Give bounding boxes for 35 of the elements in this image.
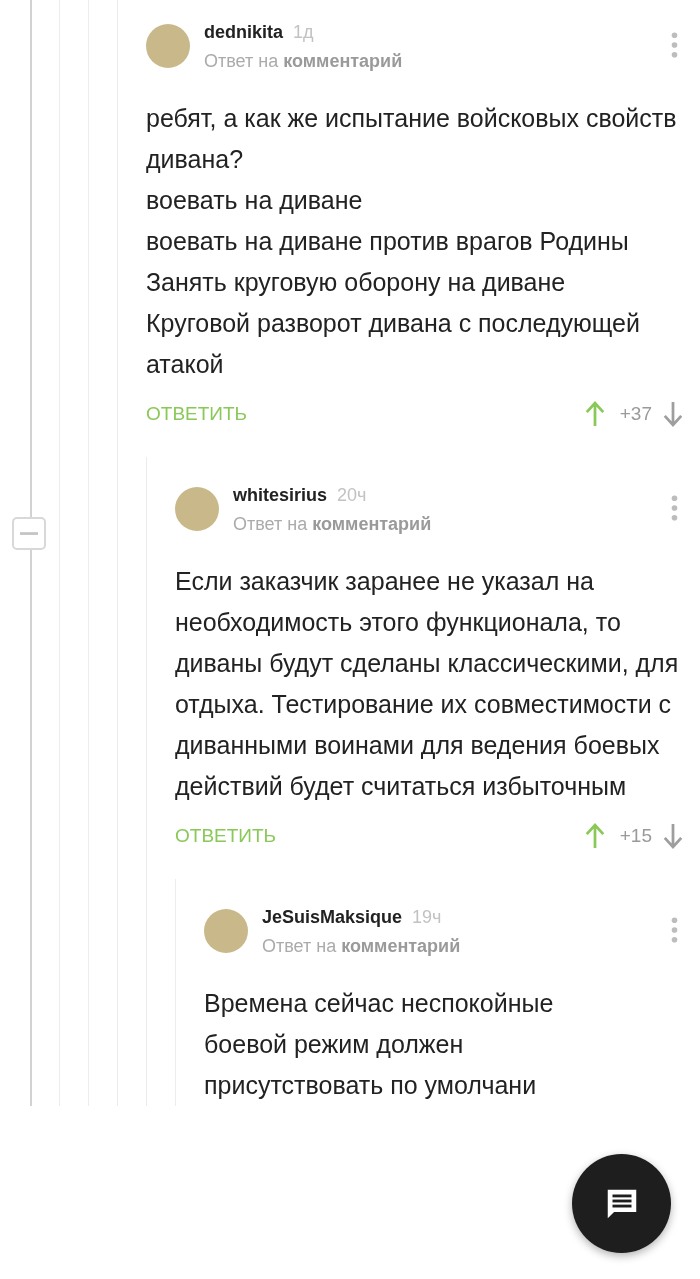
comment-button[interactable] bbox=[572, 1154, 671, 1253]
rating-score: +37 bbox=[619, 403, 652, 425]
more-options-icon[interactable] bbox=[671, 917, 678, 943]
downvote-icon[interactable] bbox=[662, 399, 684, 429]
comment-text: Занять круговую оборону на диване bbox=[146, 267, 567, 298]
minus-icon bbox=[20, 531, 38, 536]
avatar-placeholder[interactable] bbox=[204, 909, 248, 953]
reply-to-info[interactable]: Ответ на комментарий bbox=[262, 936, 657, 957]
comment-text: ребят, а как же испытание войсковых свойств дивана? bbox=[146, 103, 678, 175]
comment-text: воевать на диване bbox=[146, 185, 364, 216]
username[interactable]: JeSuisMaksique bbox=[262, 907, 403, 928]
reply-button[interactable]: ОТВЕТИТЬ bbox=[175, 825, 277, 847]
reply-to-info[interactable]: Ответ на комментарий bbox=[204, 51, 657, 72]
downvote-icon[interactable] bbox=[662, 821, 684, 851]
comment-text: Времена сейчас неспокойные bbox=[204, 988, 555, 1019]
comment-text: воевать на диване против врагов Родины bbox=[146, 226, 630, 257]
more-options-icon[interactable] bbox=[671, 495, 678, 521]
more-options-icon[interactable] bbox=[671, 32, 678, 58]
comment-time: 19ч bbox=[412, 907, 442, 928]
comment-text: боевой режим должен bbox=[204, 1029, 465, 1060]
upvote-icon[interactable] bbox=[583, 399, 606, 429]
username[interactable]: whitesirius bbox=[233, 485, 328, 506]
reply-to-info[interactable]: Ответ на комментарий bbox=[233, 514, 657, 535]
upvote-icon[interactable] bbox=[583, 821, 606, 851]
comment-text: Если заказчик заранее не указал на необходимость этого функционала, то диваны будут сделаны классическими, для отдыха. Тестирование их совместимости с диванными воинами для ведения боевых действий будет считаться избыточным bbox=[175, 566, 680, 802]
comment-text: присутствовать по умолчани bbox=[204, 1070, 538, 1101]
rating-score: +15 bbox=[619, 825, 652, 847]
avatar-placeholder[interactable] bbox=[175, 487, 219, 531]
collapse-thread-button[interactable] bbox=[12, 517, 46, 550]
comment-time: 1д bbox=[293, 22, 314, 43]
comment-time: 20ч bbox=[337, 485, 367, 506]
reply-button[interactable]: ОТВЕТИТЬ bbox=[146, 403, 248, 425]
comment-text: Круговой разворот дивана с последующей атакой bbox=[146, 308, 641, 380]
username[interactable]: dednikita bbox=[204, 22, 283, 43]
avatar-placeholder[interactable] bbox=[146, 24, 190, 68]
